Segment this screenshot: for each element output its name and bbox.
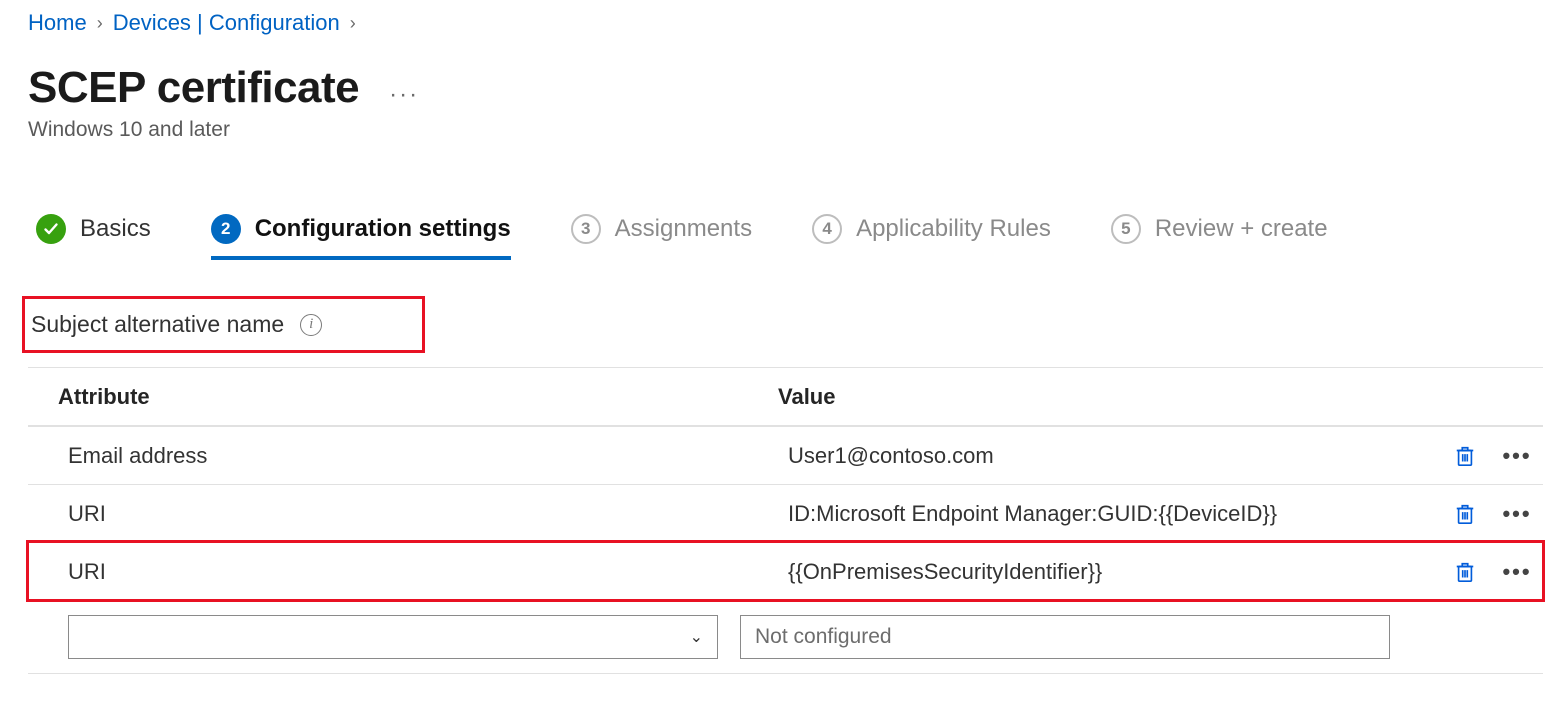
section-heading-highlight: Subject alternative name i	[22, 296, 425, 353]
step-basics[interactable]: Basics	[36, 214, 151, 256]
table-row: URI ID:Microsoft Endpoint Manager:GUID:{…	[28, 484, 1543, 542]
page-title: SCEP certificate	[28, 64, 359, 112]
breadcrumb: Home › Devices | Configuration ›	[28, 10, 1532, 36]
wizard-steps: Basics 2 Configuration settings 3 Assign…	[28, 214, 1532, 256]
step-label: Applicability Rules	[856, 215, 1051, 243]
column-header-attribute: Attribute	[58, 384, 778, 410]
table-header: Attribute Value	[28, 368, 1543, 426]
step-applicability-rules[interactable]: 4 Applicability Rules	[812, 214, 1051, 256]
san-table: Attribute Value Email address User1@cont…	[28, 367, 1543, 674]
step-label: Assignments	[615, 215, 752, 243]
column-header-value: Value	[778, 384, 1439, 410]
step-label: Configuration settings	[255, 215, 511, 243]
cell-attribute: Email address	[68, 443, 788, 469]
step-label: Basics	[80, 215, 151, 243]
delete-row-button[interactable]	[1447, 438, 1483, 474]
step-number-icon: 5	[1111, 214, 1141, 244]
value-input-placeholder: Not configured	[755, 625, 892, 649]
value-input[interactable]: Not configured	[740, 615, 1390, 659]
step-assignments[interactable]: 3 Assignments	[571, 214, 752, 256]
chevron-right-icon: ›	[97, 13, 103, 34]
cell-attribute: URI	[68, 501, 788, 527]
step-label: Review + create	[1155, 215, 1328, 243]
row-more-button[interactable]: •••	[1499, 496, 1535, 532]
delete-row-button[interactable]	[1447, 496, 1483, 532]
breadcrumb-devices-link[interactable]: Devices | Configuration	[113, 10, 340, 36]
step-review-create[interactable]: 5 Review + create	[1111, 214, 1328, 256]
step-number-icon: 2	[211, 214, 241, 244]
cell-value: User1@contoso.com	[788, 443, 1439, 469]
breadcrumb-home-link[interactable]: Home	[28, 10, 87, 36]
table-row-highlighted: URI {{OnPremisesSecurityIdentifier}} •••	[28, 542, 1543, 600]
section-heading: Subject alternative name	[31, 311, 284, 338]
row-more-button[interactable]: •••	[1499, 554, 1535, 590]
checkmark-icon	[36, 214, 66, 244]
more-options-button[interactable]: ···	[389, 69, 419, 107]
cell-value: ID:Microsoft Endpoint Manager:GUID:{{Dev…	[788, 501, 1439, 527]
step-configuration-settings[interactable]: 2 Configuration settings	[211, 214, 511, 260]
page-subtitle: Windows 10 and later	[28, 118, 1532, 142]
delete-row-button[interactable]	[1447, 554, 1483, 590]
table-row: Email address User1@contoso.com •••	[28, 426, 1543, 484]
new-row: ⌄ Not configured	[28, 600, 1543, 673]
attribute-select[interactable]: ⌄	[68, 615, 718, 659]
row-more-button[interactable]: •••	[1499, 438, 1535, 474]
info-icon[interactable]: i	[300, 314, 322, 336]
cell-value: {{OnPremisesSecurityIdentifier}}	[788, 559, 1439, 585]
chevron-down-icon: ⌄	[690, 627, 703, 647]
chevron-right-icon: ›	[350, 13, 356, 34]
step-number-icon: 3	[571, 214, 601, 244]
cell-attribute: URI	[68, 559, 788, 585]
step-number-icon: 4	[812, 214, 842, 244]
